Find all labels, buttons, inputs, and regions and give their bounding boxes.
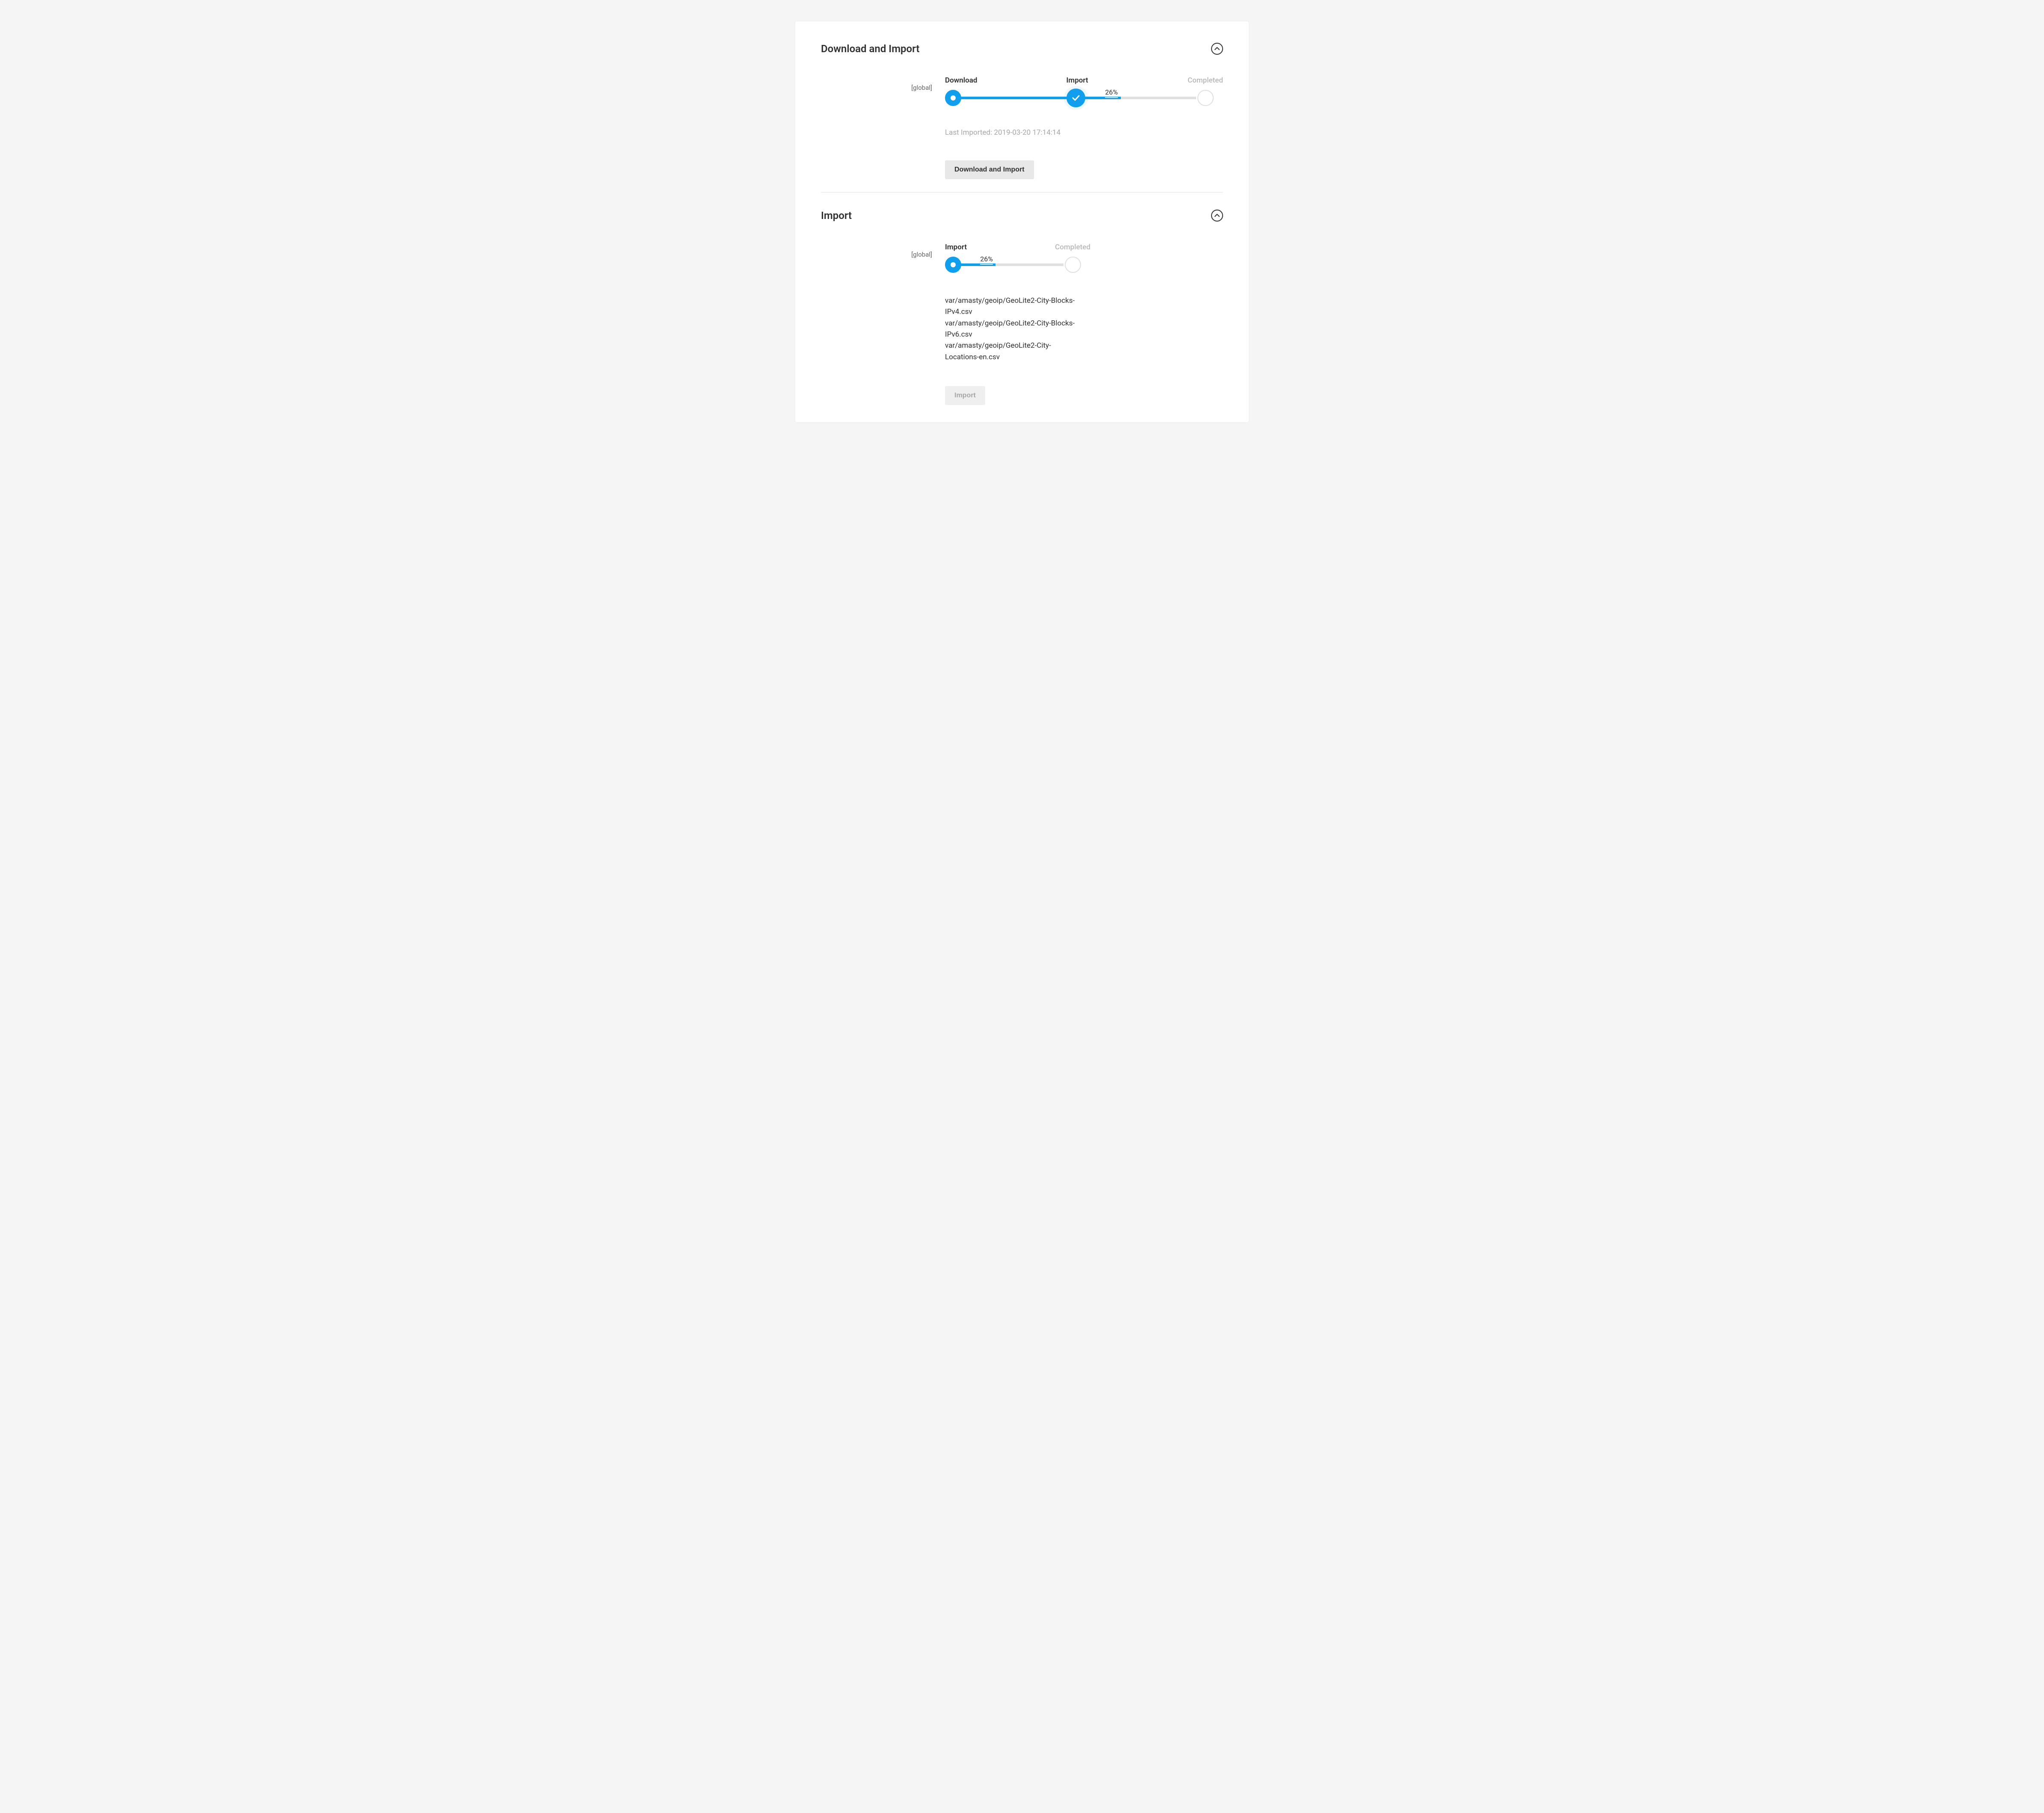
step-dot-start [945, 257, 961, 273]
progress-percent: 26% [1105, 88, 1118, 98]
step-label: Import [1066, 76, 1188, 85]
step-label: Download [945, 76, 1066, 85]
file-path: var/amasty/geoip/GeoLite2-City-Blocks-IP… [945, 295, 1078, 318]
step-download: Download [945, 76, 1066, 107]
file-path: var/amasty/geoip/GeoLite2-City-Blocks-IP… [945, 318, 1078, 340]
collapse-toggle[interactable] [1211, 210, 1223, 222]
step-label: Import [945, 243, 1055, 251]
scope-label: [global] [821, 76, 945, 92]
step-dot-empty [1197, 90, 1214, 106]
download-and-import-section: Download and Import [global] Download [821, 43, 1223, 179]
step-import: Import 26% [1066, 76, 1188, 107]
step-completed: Completed [1188, 76, 1223, 107]
import-button[interactable]: Import [945, 386, 985, 405]
collapse-toggle[interactable] [1211, 43, 1223, 55]
chevron-up-icon [1215, 214, 1220, 217]
last-imported-text: Last Imported: 2019-03-20 17:14:14 [945, 128, 1223, 137]
section-header: Import [821, 210, 1223, 222]
progress-stepper: Import 26% Completed [945, 243, 1090, 274]
progress-stepper: Download Import 26% [945, 76, 1223, 107]
step-dot-start [945, 90, 961, 106]
content-column: Download Import 26% [945, 76, 1223, 179]
step-dot-check [1066, 89, 1085, 107]
step-completed: Completed [1055, 243, 1090, 274]
section-title: Download and Import [821, 43, 919, 55]
download-and-import-button[interactable]: Download and Import [945, 160, 1034, 179]
file-path: var/amasty/geoip/GeoLite2-City-Locations… [945, 340, 1078, 363]
section-header: Download and Import [821, 43, 1223, 55]
progress-line [954, 97, 1075, 99]
section-title: Import [821, 210, 852, 222]
step-label: Completed [1188, 76, 1223, 85]
settings-card: Download and Import [global] Download [795, 21, 1249, 422]
import-section: Import [global] Import 26% [821, 192, 1223, 405]
content-column: Import 26% Completed [945, 243, 1090, 405]
scope-label: [global] [821, 243, 945, 258]
step-label: Completed [1055, 243, 1090, 251]
step-import: Import 26% [945, 243, 1055, 274]
check-icon [1072, 95, 1080, 101]
stepper-row: [global] Import 26% [821, 243, 1223, 405]
progress-percent: 26% [980, 255, 993, 265]
stepper-row: [global] Download Import [821, 76, 1223, 179]
import-file-list: var/amasty/geoip/GeoLite2-City-Blocks-IP… [945, 295, 1078, 363]
chevron-up-icon [1215, 47, 1220, 50]
step-dot-empty [1065, 257, 1081, 273]
